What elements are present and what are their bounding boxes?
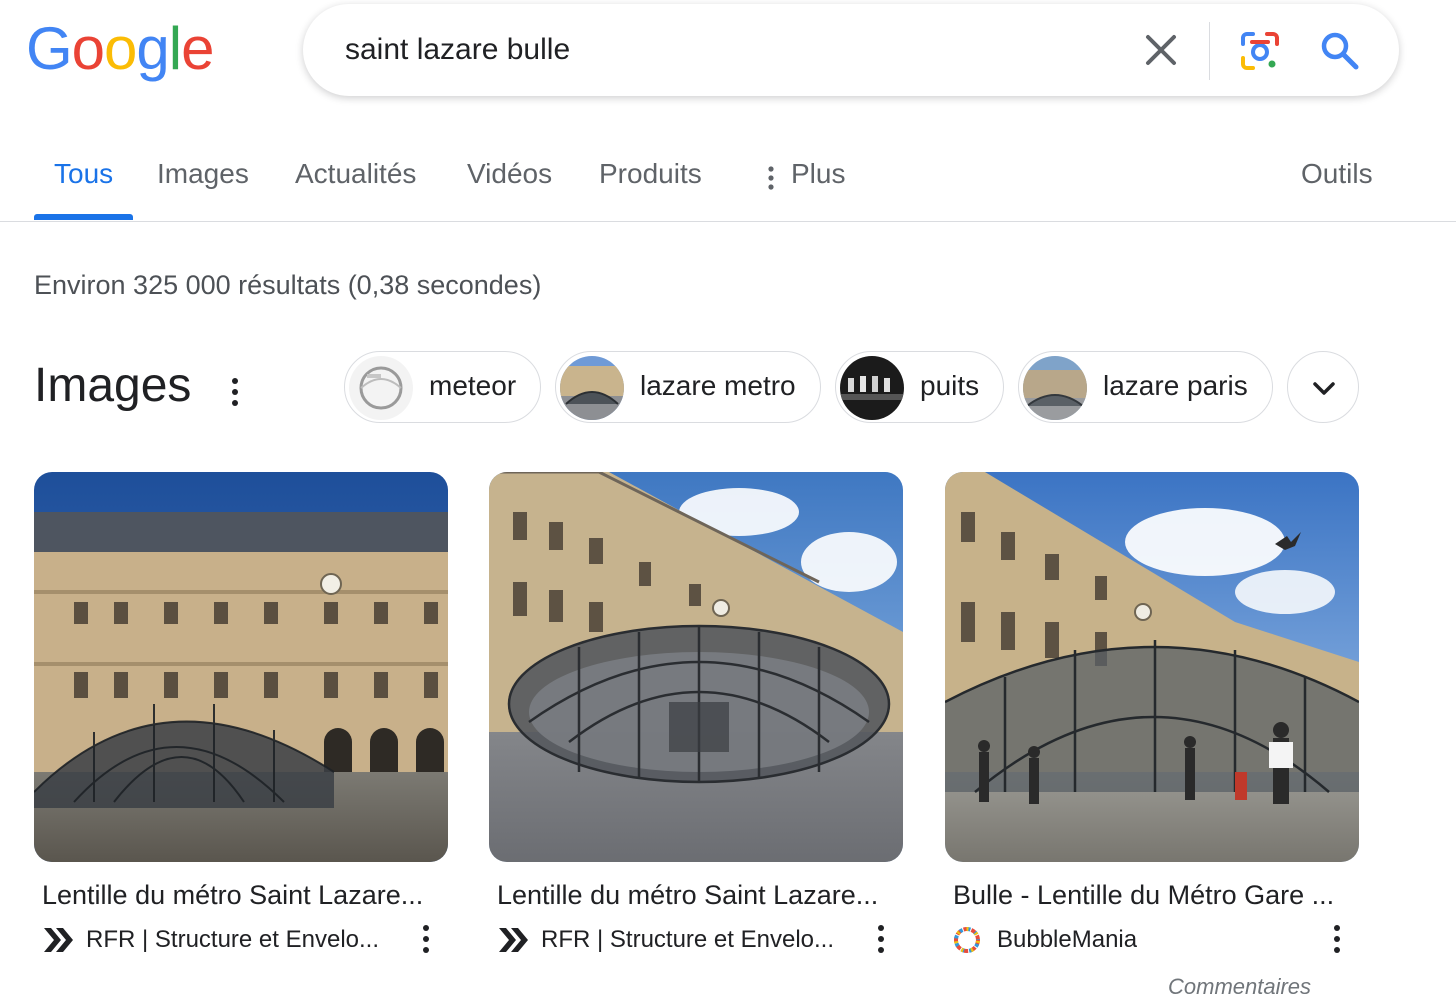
more-vert-icon[interactable] bbox=[418, 924, 434, 954]
tab-more[interactable]: Plus bbox=[791, 158, 845, 190]
search-button[interactable] bbox=[1319, 30, 1361, 72]
image-result-thumbnail[interactable] bbox=[945, 472, 1359, 862]
image-result-source[interactable]: RFR | Structure et Envelo... bbox=[497, 924, 857, 956]
image-result-title[interactable]: Bulle - Lentille du Métro Gare ... bbox=[953, 880, 1353, 911]
logo-letter: g bbox=[136, 15, 169, 82]
tab-tools[interactable]: Outils bbox=[1301, 158, 1373, 190]
tab-news[interactable]: Actualités bbox=[295, 158, 416, 190]
more-vert-icon[interactable] bbox=[1329, 924, 1345, 954]
expand-chips-button[interactable] bbox=[1287, 351, 1359, 423]
logo-letter: o bbox=[104, 15, 137, 82]
image-result-thumbnail[interactable] bbox=[34, 472, 448, 862]
chip-label: puits bbox=[920, 370, 980, 401]
chip-label: meteor bbox=[429, 370, 517, 401]
lens-icon bbox=[1241, 32, 1279, 70]
image-result-title[interactable]: Lentille du métro Saint Lazare... bbox=[497, 880, 897, 911]
chip-thumbnail bbox=[349, 356, 413, 420]
image-result-source[interactable]: RFR | Structure et Envelo... bbox=[42, 924, 402, 956]
tab-all[interactable]: Tous bbox=[54, 158, 113, 190]
clear-search-button[interactable] bbox=[1139, 28, 1183, 72]
image-result-thumbnail[interactable] bbox=[489, 472, 903, 862]
search-input[interactable] bbox=[345, 24, 1105, 76]
logo-letter: G bbox=[26, 15, 73, 82]
images-section-title: Images bbox=[34, 359, 192, 412]
tab-images[interactable]: Images bbox=[157, 158, 249, 190]
google-logo[interactable]: Google bbox=[26, 14, 215, 83]
chip-thumbnail bbox=[840, 356, 904, 420]
more-vert-icon[interactable] bbox=[873, 924, 889, 954]
chevron-down-icon bbox=[1313, 382, 1335, 395]
chip-thumbnail bbox=[1023, 356, 1087, 420]
source-name: RFR | Structure et Envelo... bbox=[541, 926, 835, 953]
chip-puits[interactable]: puits bbox=[835, 351, 1004, 423]
more-vert-icon bbox=[768, 166, 774, 190]
active-tab-indicator bbox=[34, 214, 133, 220]
chip-lazare-paris[interactable]: lazare paris bbox=[1018, 351, 1273, 423]
more-vert-icon[interactable] bbox=[224, 376, 246, 408]
search-icon bbox=[1321, 32, 1359, 70]
logo-letter: l bbox=[168, 15, 182, 82]
feedback-link[interactable]: Commentaires bbox=[1168, 974, 1311, 996]
logo-letter: o bbox=[71, 15, 105, 82]
search-box bbox=[303, 4, 1399, 96]
tab-products[interactable]: Produits bbox=[599, 158, 702, 190]
image-result-source[interactable]: BubbleMania bbox=[953, 924, 1313, 956]
google-lens-button[interactable] bbox=[1239, 30, 1281, 72]
chip-label: lazare metro bbox=[640, 370, 796, 401]
search-tabs: Tous Images Actualités Vidéos Produits P… bbox=[0, 140, 1456, 222]
close-icon bbox=[1146, 35, 1176, 65]
rfr-favicon-icon bbox=[499, 928, 528, 952]
bubblemania-favicon-icon bbox=[954, 927, 980, 953]
tab-videos[interactable]: Vidéos bbox=[467, 158, 552, 190]
result-stats: Environ 325 000 résultats (0,38 secondes… bbox=[34, 270, 542, 300]
search-divider bbox=[1209, 22, 1210, 80]
source-name: BubbleMania bbox=[997, 926, 1138, 953]
rfr-favicon-icon bbox=[44, 928, 73, 952]
chip-lazare-metro[interactable]: lazare metro bbox=[555, 351, 821, 423]
chip-thumbnail bbox=[560, 356, 624, 420]
chip-meteor[interactable]: meteor bbox=[344, 351, 541, 423]
image-result-title[interactable]: Lentille du métro Saint Lazare... bbox=[42, 880, 442, 911]
logo-letter: e bbox=[181, 15, 214, 82]
chip-label: lazare paris bbox=[1103, 370, 1248, 401]
source-name: RFR | Structure et Envelo... bbox=[86, 926, 380, 953]
